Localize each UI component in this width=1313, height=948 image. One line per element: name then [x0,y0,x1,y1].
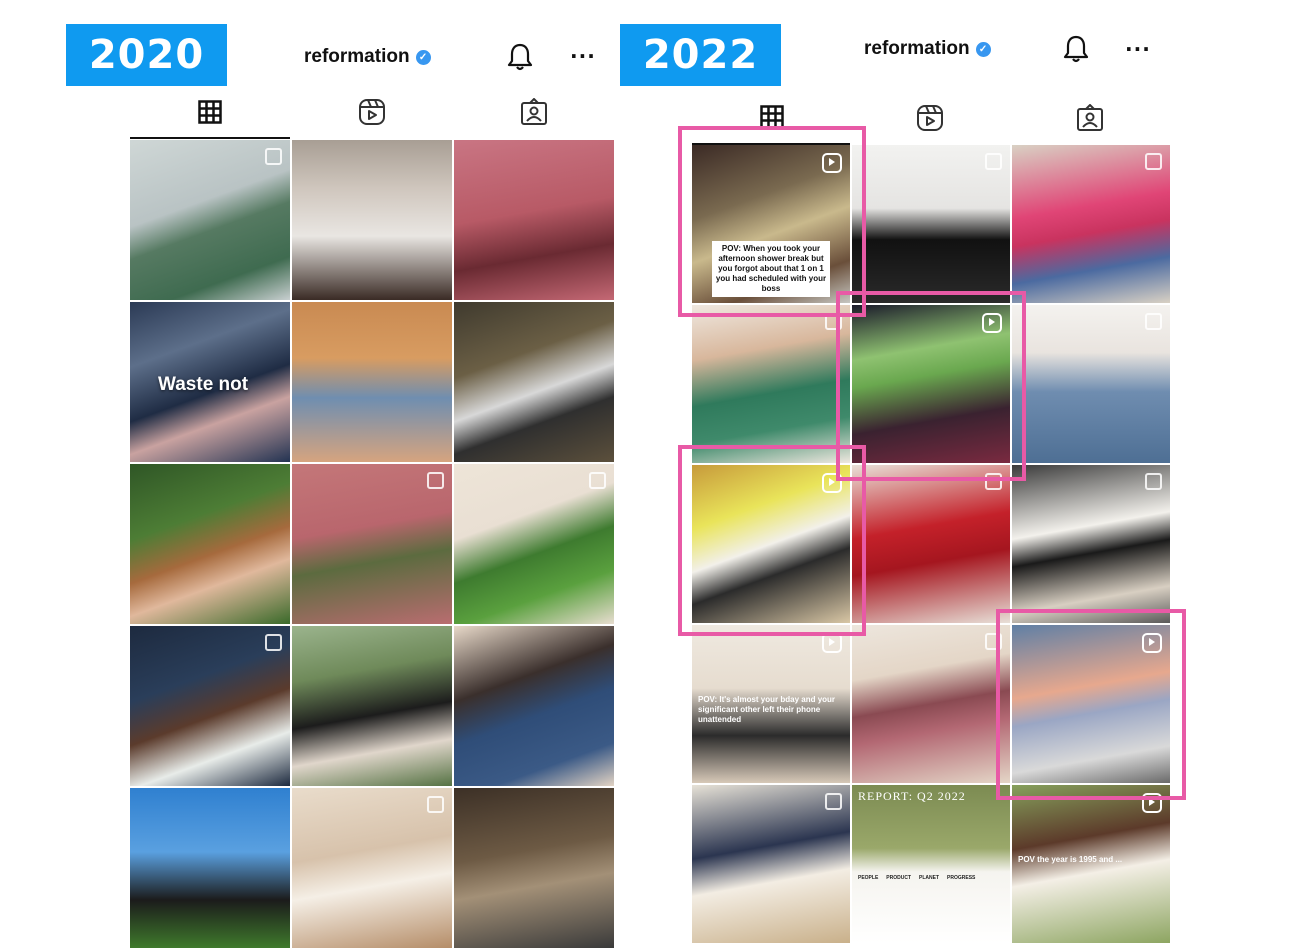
post-grid: Waste not [130,140,614,948]
post-tile[interactable] [454,788,614,948]
post-tile[interactable] [292,464,452,624]
reels-tab-icon[interactable] [916,104,944,132]
verified-badge-icon: ✓ [415,49,431,65]
carousel-post-icon [265,148,282,165]
post-caption-overlay: POV: It's almost your bday and your sign… [698,695,836,724]
more-options-icon[interactable]: ··· [570,44,596,68]
highlight-box [996,609,1186,800]
carousel-post-icon [825,793,842,810]
post-tile[interactable] [454,464,614,624]
post-tile[interactable] [454,140,614,300]
post-tile[interactable] [454,626,614,786]
carousel-post-icon [1145,313,1162,330]
post-tile[interactable] [130,626,290,786]
profile-panel-2020: 2020 reformation ✓ ··· Waste not [0,0,640,948]
post-tile[interactable] [130,788,290,948]
post-tile[interactable] [130,464,290,624]
active-tab-indicator [130,137,290,139]
profile-panel-2022: 2022 reformation ✓ ··· POV: When you too… [620,0,1313,943]
post-tile[interactable]: POV the year is 1995 and ... [1012,785,1170,943]
post-tile[interactable] [292,788,452,948]
year-badge: 2022 [620,24,781,86]
carousel-post-icon [1145,473,1162,490]
carousel-post-icon [1145,153,1162,170]
report-title: REPORT: Q2 2022 [858,789,966,803]
report-columns: PEOPLE PRODUCT PLANET PROGRESS [858,875,1004,881]
post-tile[interactable] [292,302,452,462]
account-name: reformation [864,38,970,59]
account-header: reformation ✓ [304,46,431,68]
post-tile[interactable]: REPORT: Q2 2022 PEOPLE PRODUCT PLANET PROGRE… [852,785,1010,943]
post-tile[interactable] [852,465,1010,623]
post-overlay-text: Waste not [158,374,249,395]
carousel-post-icon [427,796,444,813]
post-tile[interactable] [1012,145,1170,303]
reels-tab-icon[interactable] [358,98,386,126]
post-tile[interactable]: POV: It's almost your bday and your sign… [692,625,850,783]
more-options-icon[interactable]: ··· [1125,37,1151,61]
highlight-box [678,126,866,317]
post-tile[interactable]: Waste not [130,302,290,462]
carousel-post-icon [985,153,1002,170]
carousel-post-icon [589,472,606,489]
post-tile[interactable] [454,302,614,462]
verified-badge-icon: ✓ [975,41,991,57]
post-tile[interactable] [292,626,452,786]
post-tile[interactable] [852,625,1010,783]
tagged-tab-icon[interactable] [1076,104,1104,132]
year-badge: 2020 [66,24,227,86]
report-column-label: PEOPLE [858,875,879,881]
report-column-label: PRODUCT [886,875,912,881]
grid-tab-icon[interactable] [198,100,222,124]
post-tile[interactable] [692,785,850,943]
notifications-bell-icon[interactable] [1063,34,1089,64]
post-tile[interactable] [1012,465,1170,623]
highlight-box [678,445,866,636]
account-name: reformation [304,46,410,67]
account-header: reformation ✓ [864,38,991,60]
notifications-bell-icon[interactable] [507,42,533,72]
reel-post-icon [822,633,842,653]
carousel-post-icon [265,634,282,651]
post-tile[interactable] [130,140,290,300]
post-tile[interactable] [1012,305,1170,463]
report-column-label: PLANET [919,875,940,881]
tagged-tab-icon[interactable] [520,98,548,126]
report-column-label: PROGRESS [947,875,976,881]
post-tile[interactable] [852,145,1010,303]
carousel-post-icon [427,472,444,489]
post-caption-overlay: POV the year is 1995 and ... [1018,855,1123,864]
post-tile[interactable] [692,305,850,463]
post-tile[interactable] [292,140,452,300]
